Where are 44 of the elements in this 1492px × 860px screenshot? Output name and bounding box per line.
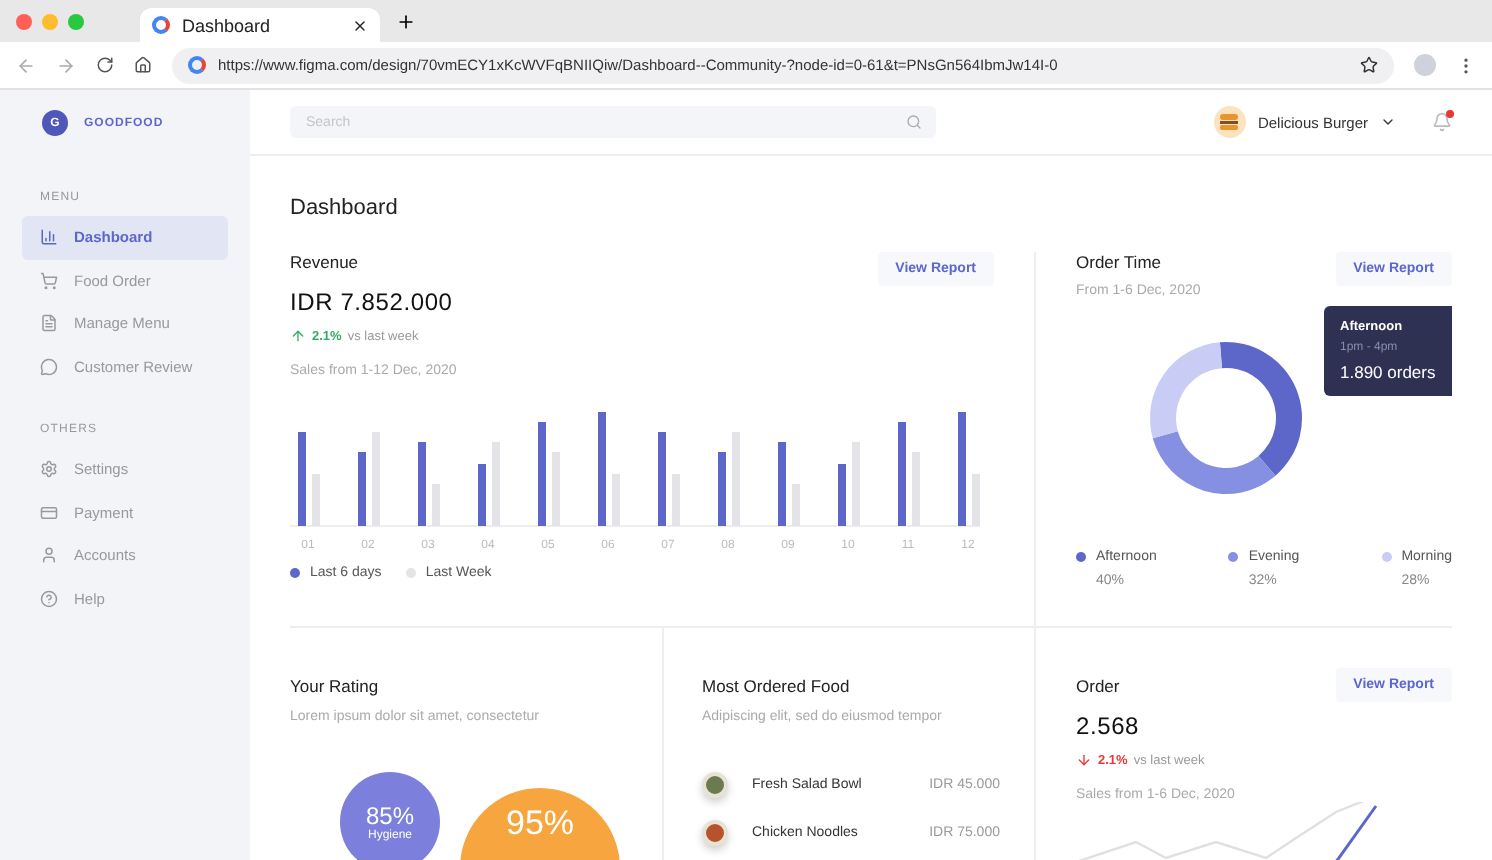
close-tab-icon[interactable] xyxy=(352,17,368,33)
help-icon xyxy=(40,589,58,608)
bar xyxy=(538,422,546,526)
card-title: Most Ordered Food xyxy=(702,676,850,696)
bar xyxy=(298,432,306,526)
back-icon[interactable] xyxy=(16,55,36,75)
bell-icon[interactable] xyxy=(1432,112,1452,132)
star-icon[interactable] xyxy=(1360,56,1378,74)
bar xyxy=(418,442,426,526)
bar xyxy=(478,464,486,526)
cart-icon xyxy=(40,271,58,290)
forward-icon[interactable] xyxy=(56,55,76,75)
page-title: Dashboard xyxy=(290,196,400,220)
card-title: Revenue xyxy=(290,252,359,272)
browser-tab[interactable]: Dashboard xyxy=(140,8,380,42)
arrow-down-icon xyxy=(1076,752,1092,768)
order-amount: 2.568 xyxy=(1076,712,1142,740)
card-title: Your Rating xyxy=(290,676,379,696)
document-icon xyxy=(40,314,58,333)
settings-icon xyxy=(40,460,58,479)
bar xyxy=(838,464,846,526)
rating-bubble: 95% xyxy=(460,788,620,860)
bar xyxy=(958,412,966,526)
bar xyxy=(658,432,666,526)
chat-icon xyxy=(40,357,58,376)
bar xyxy=(778,442,786,526)
home-icon[interactable] xyxy=(134,56,152,74)
bar xyxy=(598,412,606,526)
bar xyxy=(898,422,906,526)
credit-card-icon xyxy=(40,503,58,522)
bar xyxy=(358,452,366,526)
bar xyxy=(718,452,726,526)
new-tab-icon[interactable] xyxy=(396,11,416,31)
burger-avatar xyxy=(1213,106,1246,138)
chevron-down-icon xyxy=(1380,114,1396,130)
close-window-icon[interactable] xyxy=(16,13,32,29)
card-title: Order xyxy=(1076,676,1120,696)
arrow-up-icon xyxy=(290,328,306,344)
bar-chart-icon xyxy=(40,228,58,247)
reload-icon[interactable] xyxy=(96,56,114,74)
revenue-amount: IDR 7.852.000 xyxy=(290,288,455,316)
card-title: Order Time xyxy=(1076,252,1162,272)
search-icon xyxy=(906,114,922,130)
user-icon xyxy=(40,546,58,565)
